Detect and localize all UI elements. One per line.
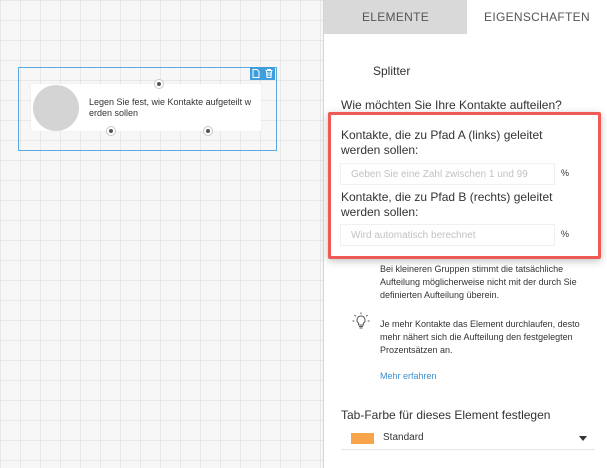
element-title: Splitter xyxy=(373,64,411,78)
path-a-percent-input[interactable] xyxy=(340,163,555,185)
info-more-contacts: Je mehr Kontakte das Element durchlaufen… xyxy=(380,319,580,355)
path-a-unit: % xyxy=(561,168,570,178)
path-b-unit: % xyxy=(561,229,570,239)
node-avatar xyxy=(33,85,79,131)
copy-icon[interactable] xyxy=(252,69,260,78)
node-output-handle-b[interactable] xyxy=(203,126,213,136)
learn-more-link[interactable]: Mehr erfahren xyxy=(380,371,437,381)
node-input-handle[interactable] xyxy=(154,79,164,89)
tab-properties[interactable]: EIGENSCHAFTEN xyxy=(467,0,607,34)
info-small-groups: Bei kleineren Gruppen stimmt die tatsäch… xyxy=(380,264,577,300)
node-toolbar xyxy=(250,67,275,80)
path-a-label: Kontakte, die zu Pfad A (links) geleitet… xyxy=(341,128,543,157)
path-b-label: Kontakte, die zu Pfad B (rechts) geleite… xyxy=(341,190,553,219)
lightbulb-icon xyxy=(352,312,370,335)
node-output-handle-a[interactable] xyxy=(106,126,116,136)
split-question: Wie möchten Sie Ihre Kontakte aufteilen? xyxy=(341,98,562,112)
tab-color-label: Tab-Farbe für dieses Element festlegen xyxy=(341,408,551,422)
tab-elements[interactable]: ELEMENTE xyxy=(324,0,467,34)
color-swatch xyxy=(351,433,374,444)
properties-panel: ELEMENTE EIGENSCHAFTEN Splitter Wie möch… xyxy=(324,0,607,468)
tab-color-value: Standard xyxy=(383,432,424,443)
path-b-percent-input xyxy=(340,224,555,246)
chevron-down-icon xyxy=(579,436,587,441)
node-description: Legen Sie fest, wie Kontakte aufgeteilt … xyxy=(89,97,252,118)
tab-color-select[interactable]: Standard xyxy=(341,428,595,450)
trash-icon[interactable] xyxy=(265,69,273,78)
